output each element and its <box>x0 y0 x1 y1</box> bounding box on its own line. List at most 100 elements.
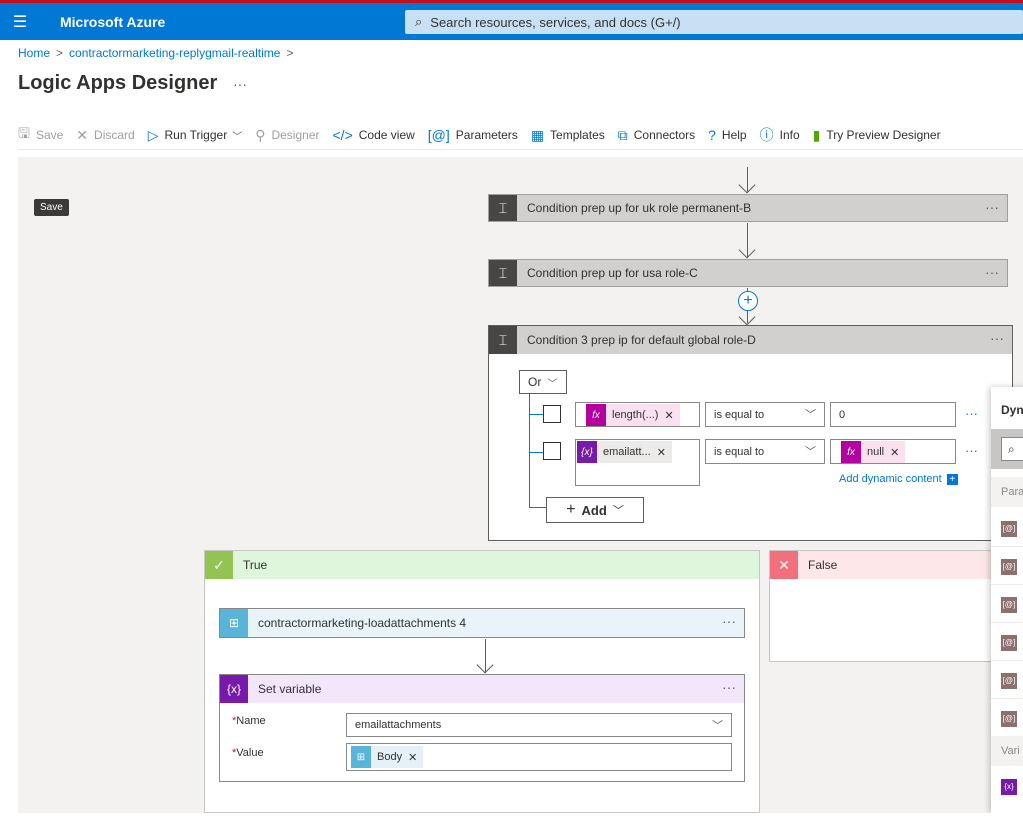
parameters-button[interactable]: [@] Parameters <box>428 127 518 143</box>
row-1-value-input[interactable]: 0 <box>830 402 956 427</box>
row-1-value: 0 <box>839 408 846 421</box>
loadattachments-more-button[interactable]: ··· <box>722 613 736 629</box>
chevron-down-icon: ﹀ <box>612 505 624 517</box>
row-2-value-token[interactable]: fx null ✕ <box>841 441 906 463</box>
code-icon: </> <box>332 127 353 143</box>
page-title: Logic Apps Designer <box>18 72 218 94</box>
breadcrumb: Home > contractormarketing-replygmail-re… <box>18 46 293 60</box>
arrow-down-icon <box>738 176 756 194</box>
breadcrumb-separator: > <box>56 46 64 60</box>
chevron-down-icon: ﹀ <box>805 446 816 458</box>
connectors-button[interactable]: ⧉ Connectors <box>618 127 695 144</box>
search-icon: ⌕ <box>1008 442 1015 456</box>
plus-icon: + <box>946 473 958 485</box>
code-view-button[interactable]: </> Code view <box>333 127 415 143</box>
save-label: Save <box>35 128 64 142</box>
tree-connector <box>529 507 547 508</box>
save-tooltip: Save <box>34 199 69 216</box>
row-2-value-input[interactable]: fx null ✕ <box>830 439 956 464</box>
designer-button[interactable]: ⚲ Designer <box>255 127 319 144</box>
true-branch-header[interactable]: ✓ True <box>205 551 759 579</box>
condition-card-b[interactable]: ⌶ Condition prep up for uk role permanen… <box>488 194 1008 222</box>
parameter-item-icon[interactable]: [@] <box>1001 635 1017 651</box>
condition-d-more-button[interactable]: ··· <box>990 330 1004 346</box>
hamburger-icon[interactable]: ☰ <box>0 3 40 40</box>
help-icon: ? <box>708 127 716 143</box>
insert-step-button[interactable]: + <box>738 291 758 311</box>
run-trigger-button[interactable]: ▷ Run Trigger ﹀ <box>148 127 242 144</box>
parameters-section-label: Para <box>1001 486 1023 498</box>
discard-button[interactable]: ✕ Discard <box>76 127 134 144</box>
condition-card-c[interactable]: ⌶ Condition prep up for usa role-C ··· <box>488 259 1008 287</box>
plus-icon: + <box>566 501 576 518</box>
breadcrumb-resource[interactable]: contractormarketing-replygmail-realtime <box>69 46 280 60</box>
condition-icon: ⌶ <box>489 195 517 221</box>
page-more-button[interactable]: ··· <box>233 76 247 92</box>
chevron-down-icon: ﹀ <box>712 720 723 732</box>
row-2-token[interactable]: {x} emailatt... ✕ <box>577 441 672 463</box>
add-dynamic-content-link[interactable]: Add dynamic content + <box>839 473 958 485</box>
parameter-item-icon[interactable]: [@] <box>1001 597 1017 613</box>
name-select[interactable]: emailattachments ﹀ <box>346 713 732 737</box>
row-1-more-button[interactable]: ··· <box>965 406 978 421</box>
remove-token-icon[interactable]: ✕ <box>664 409 673 422</box>
parameter-item-icon[interactable]: [@] <box>1001 521 1017 537</box>
variable-icon[interactable]: {x} <box>1001 779 1017 795</box>
designer-icon: ⚲ <box>255 126 266 143</box>
parameter-item-icon[interactable]: [@] <box>1001 711 1017 727</box>
remove-token-icon[interactable]: ✕ <box>408 751 417 764</box>
breadcrumb-home[interactable]: Home <box>18 46 50 60</box>
condition-d-header[interactable]: ⌶ Condition 3 prep ip for default global… <box>489 326 1012 354</box>
value-input[interactable]: ⊞ Body ✕ <box>346 743 732 771</box>
row-2-left-field[interactable]: {x} emailatt... ✕ <box>575 439 700 486</box>
parameter-item-icon[interactable]: [@] <box>1001 559 1017 575</box>
help-button[interactable]: ? Help <box>708 127 746 143</box>
condition-card-d: ⌶ Condition 3 prep ip for default global… <box>488 325 1013 541</box>
condition-b-label: Condition prep up for uk role permanent-… <box>527 201 752 215</box>
set-variable-header[interactable]: {x} Set variable ··· <box>220 675 744 703</box>
templates-label: Templates <box>550 128 605 142</box>
templates-button[interactable]: ▦ Templates <box>531 127 605 144</box>
play-icon: ▷ <box>147 126 159 143</box>
try-preview-button[interactable]: ▮ Try Preview Designer <box>813 127 941 144</box>
add-label: Add <box>581 502 607 518</box>
name-field-label: *Name <box>232 715 266 727</box>
row-2-operator-select[interactable]: is equal to ﹀ <box>705 439 825 464</box>
condition-b-more-button[interactable]: ··· <box>985 199 999 215</box>
parameters-label: Parameters <box>455 128 518 142</box>
variable-icon: {x} <box>220 675 248 703</box>
group-operator-select[interactable]: Or ﹀ <box>519 370 567 394</box>
false-branch-header[interactable]: ✕ False <box>770 551 998 579</box>
row-1-operator-select[interactable]: is equal to ﹀ <box>705 402 825 427</box>
action-loadattachments[interactable]: ⊞ contractormarketing-loadattachments 4 … <box>219 608 745 638</box>
row-2-more-button[interactable]: ··· <box>965 443 978 458</box>
row-1-left-field[interactable]: fx length(...) ✕ <box>575 402 700 427</box>
save-button[interactable]: 🖫 Save <box>18 123 63 147</box>
divider <box>991 546 1023 547</box>
condition-c-more-button[interactable]: ··· <box>985 264 999 280</box>
row-2-token-label: emailatt... <box>603 446 651 458</box>
workflow-icon: ⊞ <box>351 746 371 768</box>
row-1-checkbox[interactable] <box>543 405 561 423</box>
parameters-icon: [@] <box>427 127 450 143</box>
check-icon: ✓ <box>205 551 233 579</box>
false-branch: ✕ False <box>769 550 999 662</box>
row-2-checkbox[interactable] <box>543 442 561 460</box>
connectors-icon: ⧉ <box>617 126 628 143</box>
designer-toolbar: 🖫 Save ✕ Discard ▷ Run Trigger ﹀ ⚲ Designer <… <box>18 123 954 147</box>
row-1-token[interactable]: fx length(...) ✕ <box>586 404 680 426</box>
arrow-down-icon <box>476 656 494 674</box>
add-condition-button[interactable]: + Add ﹀ <box>546 497 644 523</box>
code-view-label: Code view <box>358 128 415 142</box>
global-search[interactable]: ⌕ Search resources, services, and docs (… <box>405 10 1023 34</box>
parameter-item-icon[interactable]: [@] <box>1001 673 1017 689</box>
brand-label[interactable]: Microsoft Azure <box>60 14 165 30</box>
set-variable-more-button[interactable]: ··· <box>722 679 736 695</box>
remove-token-icon[interactable]: ✕ <box>657 446 666 459</box>
remove-token-icon[interactable]: ✕ <box>890 446 899 459</box>
dynamic-search-input[interactable]: ⌕ <box>1001 437 1023 461</box>
body-token[interactable]: ⊞ Body ✕ <box>351 746 424 768</box>
info-button[interactable]: ⓘ Info <box>760 125 800 145</box>
designer-canvas[interactable]: Save ⌶ Condition prep up for uk role per… <box>18 157 1023 813</box>
add-dynamic-label: Add dynamic content <box>839 473 942 485</box>
